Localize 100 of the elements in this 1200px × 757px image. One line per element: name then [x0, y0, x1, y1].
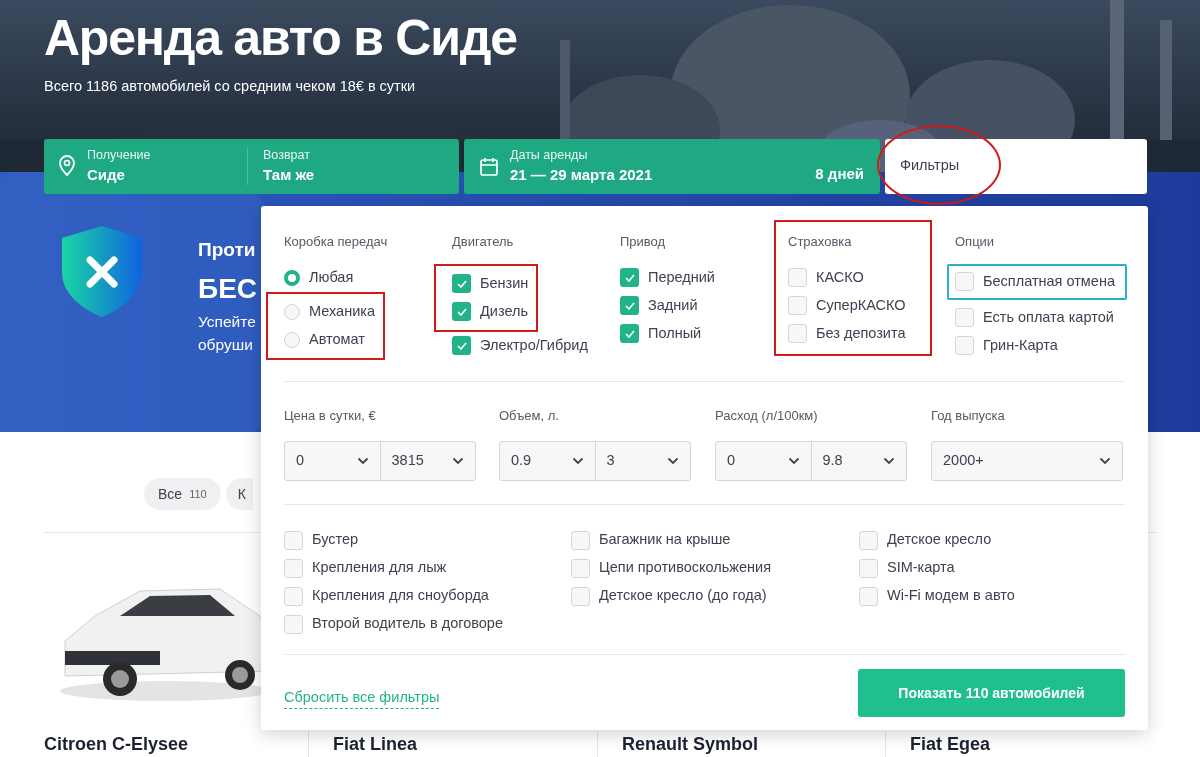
option-label: Бесплатная отмена	[983, 271, 1115, 291]
option-label: Багажник на крыше	[599, 530, 731, 550]
radio-button[interactable]	[284, 269, 300, 286]
chevron-down-icon	[356, 457, 369, 465]
check-icon	[456, 341, 467, 350]
promo-title: Проти	[198, 237, 257, 262]
option-label: Цепи противоскольжения	[599, 558, 772, 578]
chevron-down-icon	[787, 457, 800, 465]
option-label: Бензин	[480, 273, 529, 293]
select-field[interactable]: 0.9	[499, 441, 596, 481]
checkbox[interactable]	[620, 268, 639, 287]
option-label: Детское кресло	[887, 530, 992, 550]
range-label: Год выпуска	[931, 406, 1006, 425]
group-title: Привод	[620, 233, 667, 251]
dates-value: 21 — 29 марта 2021	[510, 165, 654, 186]
range-label: Объем, л.	[499, 406, 560, 425]
location-pin-icon	[58, 155, 76, 178]
option-label: Механика	[309, 301, 375, 321]
checkbox[interactable]	[859, 558, 878, 578]
select-field[interactable]: 0	[715, 441, 812, 481]
subtitle: Всего 1186 автомобилей со средним чеком 18€ в сутки	[44, 77, 417, 96]
check-icon	[624, 301, 635, 310]
checkbox[interactable]	[284, 530, 303, 550]
checkbox[interactable]	[859, 530, 878, 550]
group-title: Коробка передач	[284, 233, 389, 251]
radio-button[interactable]	[284, 331, 300, 348]
shield-icon	[60, 223, 144, 319]
option-label: Есть оплата картой	[983, 307, 1114, 327]
select-field[interactable]: 2000+	[931, 441, 1123, 481]
checkbox[interactable]	[452, 302, 471, 321]
option-label: Без депозита	[816, 323, 906, 343]
checkbox[interactable]	[571, 530, 590, 550]
page-title: Аренда авто в Сиде	[44, 9, 518, 68]
chevron-down-icon	[667, 457, 679, 465]
checkbox[interactable]	[284, 614, 303, 634]
chevron-down-icon	[452, 457, 464, 465]
select-field[interactable]: 9.8	[810, 441, 907, 481]
option-label: Крепления для лыж	[312, 558, 447, 578]
chevron-down-icon	[1099, 457, 1111, 465]
option-label: Электро/Гибрид	[480, 335, 588, 355]
car-name: Fiat Egea	[910, 734, 991, 754]
range-label: Цена в сутки, €	[284, 406, 377, 425]
select-field[interactable]: 3815	[379, 441, 476, 481]
select-field[interactable]: 0	[284, 441, 381, 481]
highlighted-option[interactable]: Бесплатная отмена	[947, 263, 1127, 300]
checkbox[interactable]	[571, 558, 590, 578]
checkbox[interactable]	[284, 558, 303, 578]
option-label: Wi-Fi модем в авто	[887, 586, 1015, 606]
checkbox[interactable]	[284, 586, 303, 606]
option-label: Дизель	[480, 301, 528, 321]
car-name: Fiat Linea	[333, 734, 417, 754]
filters-button[interactable]: Фильтры	[885, 138, 1147, 194]
option-label: Любая	[309, 267, 354, 287]
field-label: Получение	[87, 146, 152, 164]
checkbox[interactable]	[620, 324, 639, 343]
option-label: Полный	[648, 323, 702, 343]
promo-heading: БЕС	[198, 272, 258, 307]
checkbox[interactable]	[788, 296, 807, 315]
option-label: КАСКО	[816, 267, 864, 287]
checkbox[interactable]	[788, 324, 807, 343]
checkbox[interactable]	[620, 296, 639, 315]
option-label: СуперКАСКО	[816, 295, 906, 315]
promo-text: Успейте	[198, 312, 257, 333]
check-icon	[456, 307, 467, 316]
pickup-value: Сиде	[87, 165, 126, 186]
option-label: Бустер	[312, 530, 359, 550]
option-label: Грин-Карта	[983, 335, 1058, 355]
check-icon	[624, 329, 635, 338]
category-tab[interactable]: К	[225, 478, 253, 510]
group-title: Опции	[955, 233, 996, 251]
checkbox[interactable]	[955, 336, 974, 355]
group-title: Двигатель	[452, 233, 515, 251]
car-name: Renault Symbol	[622, 734, 759, 754]
chevron-down-icon	[571, 457, 584, 465]
checkbox[interactable]	[788, 268, 807, 287]
promo-text: обруши	[198, 335, 254, 356]
calendar-icon	[480, 156, 498, 176]
option-label: SIM-карта	[887, 558, 955, 578]
category-tab[interactable]: Все 110	[144, 478, 221, 510]
count: 110	[189, 486, 207, 502]
checkbox[interactable]	[859, 586, 878, 606]
option-label: Крепления для сноуборда	[312, 586, 489, 606]
option-label: Задний	[648, 295, 698, 315]
checkbox[interactable]	[571, 586, 590, 606]
check-icon	[624, 273, 635, 282]
field-label: Даты аренды	[510, 146, 589, 164]
checkbox[interactable]	[452, 274, 471, 293]
option-label: Передний	[648, 267, 715, 287]
return-value: Там же	[263, 165, 315, 186]
field-label: Возврат	[263, 146, 311, 164]
checkbox[interactable]	[452, 336, 471, 355]
duration: 8 дней	[815, 164, 864, 185]
car-name: Citroen C-Elysee	[44, 734, 189, 754]
select-field[interactable]: 3	[594, 441, 691, 481]
radio-button[interactable]	[284, 303, 300, 320]
check-icon	[456, 279, 467, 288]
range-label: Расход (л/100км)	[715, 406, 819, 425]
checkbox[interactable]	[955, 308, 974, 327]
checkbox[interactable]	[955, 272, 974, 291]
option-label: Второй водитель в договоре	[312, 614, 503, 634]
